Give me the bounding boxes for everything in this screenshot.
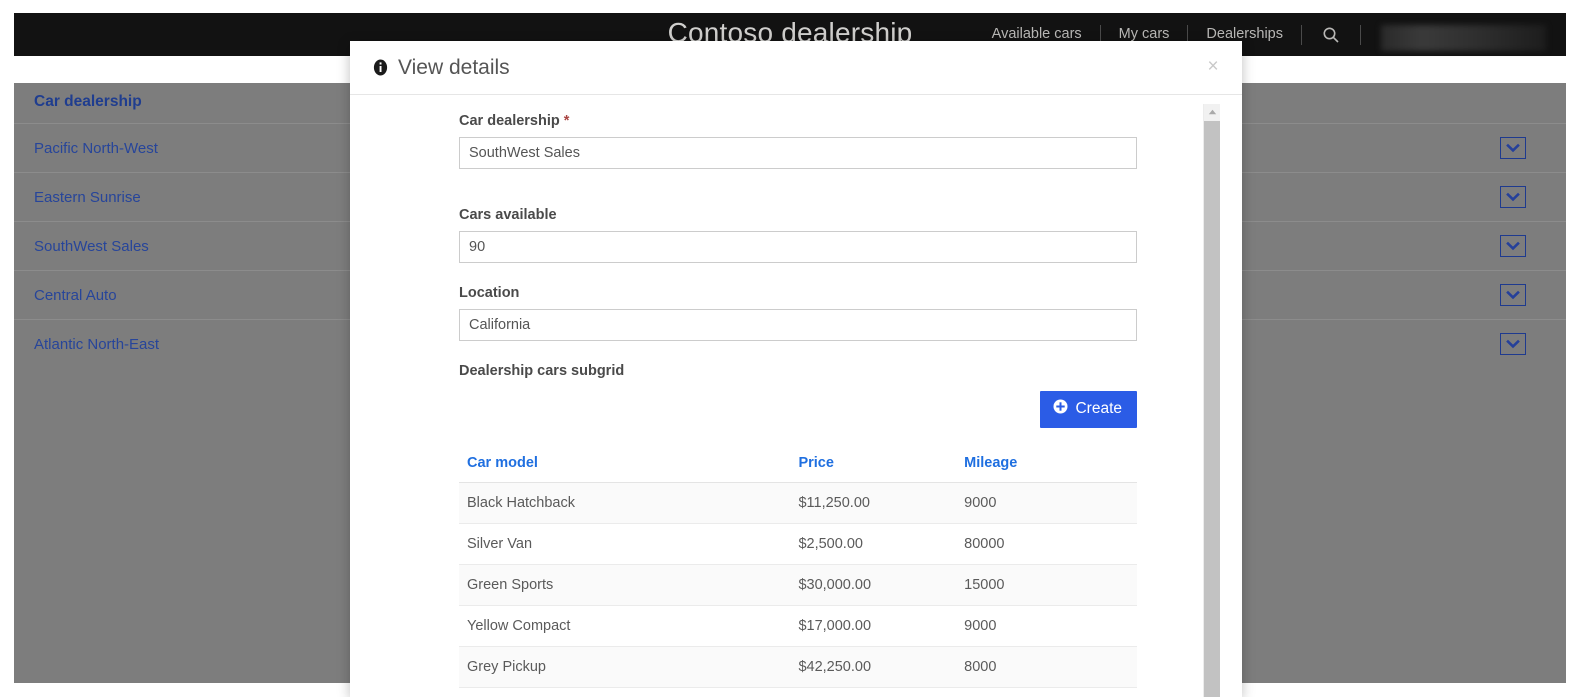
column-header-car-model[interactable]: Car model	[459, 446, 791, 483]
modal-vertical-scrollbar[interactable]	[1203, 104, 1220, 697]
table-row[interactable]: Silver Van $2,500.00 80000	[459, 523, 1137, 565]
row-action-cell	[1445, 319, 1566, 368]
cell-price: $30,000.00	[790, 564, 957, 606]
field-car-dealership: Car dealership *	[459, 113, 1137, 169]
cell-price: $11,250.00	[790, 482, 957, 524]
table-row[interactable]: Grey Pickup $42,250.00 8000	[459, 646, 1137, 688]
field-cars-available: Cars available	[459, 207, 1137, 263]
column-header-actions	[1446, 83, 1566, 124]
cell-mileage: 8000	[956, 646, 1137, 688]
row-action-cell	[1445, 172, 1566, 222]
location-input[interactable]	[459, 309, 1137, 341]
subgrid-header-row: Car model Price Mileage	[459, 446, 1137, 483]
cars-available-input[interactable]	[459, 231, 1137, 263]
table-row[interactable]: Black Hatchback $11,250.00 9000	[459, 482, 1137, 524]
cell-mileage: 9000	[956, 482, 1137, 524]
cell-price: $2,500.00	[790, 523, 957, 565]
field-location: Location	[459, 285, 1137, 341]
dealership-cars-subgrid: Car model Price Mileage Black Hatchback …	[459, 446, 1137, 688]
cell-mileage: 15000	[956, 564, 1137, 606]
cell-mileage: 9000	[956, 605, 1137, 647]
create-button[interactable]: Create	[1040, 391, 1137, 428]
cell-car-model: Silver Van	[459, 523, 791, 565]
details-form: Car dealership * Cars available Location…	[350, 113, 1197, 688]
modal-header: View details ×	[350, 41, 1242, 95]
chevron-down-icon[interactable]	[1500, 235, 1526, 257]
table-row[interactable]: Yellow Compact $17,000.00 9000	[459, 605, 1137, 647]
caret-up-icon[interactable]	[1204, 104, 1220, 120]
label-car-dealership: Car dealership *	[459, 113, 1137, 129]
row-action-cell	[1445, 270, 1566, 320]
label-location: Location	[459, 285, 520, 301]
chevron-down-icon[interactable]	[1500, 186, 1526, 208]
car-dealership-input[interactable]	[459, 137, 1137, 169]
chevron-down-icon[interactable]	[1500, 284, 1526, 306]
cell-mileage: 80000	[956, 523, 1137, 565]
chevron-down-icon[interactable]	[1500, 137, 1526, 159]
cell-car-model: Black Hatchback	[459, 482, 791, 524]
create-button-label: Create	[1075, 400, 1122, 417]
table-row[interactable]: Green Sports $30,000.00 15000	[459, 564, 1137, 606]
info-circle-icon	[372, 59, 389, 76]
modal-scroll-area: Car dealership * Cars available Location…	[350, 95, 1197, 697]
plus-circle-icon	[1053, 399, 1068, 419]
nav-divider	[1360, 24, 1361, 45]
modal-body: Car dealership * Cars available Location…	[350, 95, 1242, 697]
cell-car-model: Grey Pickup	[459, 646, 791, 688]
cell-price: $42,250.00	[790, 646, 957, 688]
cell-car-model: Green Sports	[459, 564, 791, 606]
required-asterisk: *	[563, 113, 570, 129]
cell-price: $17,000.00	[790, 605, 957, 647]
chevron-down-icon[interactable]	[1500, 333, 1526, 355]
row-action-cell	[1445, 221, 1566, 271]
close-icon[interactable]: ×	[1200, 54, 1226, 80]
modal-title: View details	[398, 55, 510, 79]
label-cars-available: Cars available	[459, 207, 557, 223]
search-icon[interactable]	[1302, 26, 1360, 44]
subgrid-toolbar: Create	[459, 391, 1137, 428]
column-header-price[interactable]: Price	[790, 446, 957, 483]
user-account-chip[interactable]	[1381, 25, 1546, 51]
subgrid-label: Dealership cars subgrid	[459, 363, 625, 379]
row-action-cell	[1445, 123, 1566, 173]
cell-car-model: Yellow Compact	[459, 605, 791, 647]
scrollbar-thumb[interactable]	[1204, 121, 1220, 697]
label-text: Car dealership	[459, 113, 560, 129]
column-header-mileage[interactable]: Mileage	[956, 446, 1137, 483]
view-details-modal: View details × Car dealership * Cars ava…	[350, 41, 1242, 697]
